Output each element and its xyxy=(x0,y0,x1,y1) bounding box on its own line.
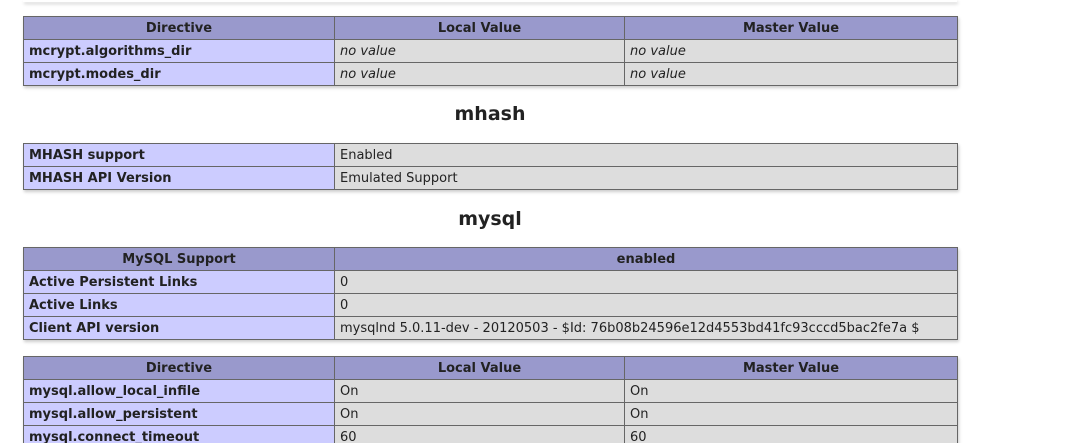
info-key: Active Links xyxy=(23,293,335,317)
info-value: Enabled xyxy=(334,143,958,167)
directive-name: mysql.allow_local_infile xyxy=(23,379,335,403)
column-header-master-value: Master Value xyxy=(624,356,958,380)
master-value: no value xyxy=(624,62,958,86)
master-value: On xyxy=(624,379,958,403)
mysql-support-label: MySQL Support xyxy=(23,247,335,271)
directive-name: mysql.connect_timeout xyxy=(23,425,335,443)
directive-name: mcrypt.modes_dir xyxy=(23,62,335,86)
info-value: Emulated Support xyxy=(334,166,958,190)
column-header-master-value: Master Value xyxy=(624,16,958,40)
table-row: mysql.connect_timeout 60 60 xyxy=(23,425,958,443)
table-row: Active Persistent Links 0 xyxy=(23,270,958,294)
master-value: On xyxy=(624,402,958,426)
master-value: 60 xyxy=(624,425,958,443)
info-key: Active Persistent Links xyxy=(23,270,335,294)
table-row: mcrypt.algorithms_dir no value no value xyxy=(23,39,958,63)
info-value: 0 xyxy=(334,293,958,317)
table-row: Active Links 0 xyxy=(23,293,958,317)
table-row: mysql.allow_persistent On On xyxy=(23,402,958,426)
table-header-row: Directive Local Value Master Value xyxy=(23,356,958,380)
column-header-local-value: Local Value xyxy=(334,356,625,380)
table-header-row: Directive Local Value Master Value xyxy=(23,16,958,40)
table-row: MHASH support Enabled xyxy=(23,143,958,167)
table-header-row: MySQL Support enabled xyxy=(23,247,958,271)
mysql-info-table: MySQL Support enabled Active Persistent … xyxy=(23,247,958,340)
local-value: 60 xyxy=(334,425,625,443)
info-key: Client API version xyxy=(23,316,335,340)
table-row: Client API version mysqlnd 5.0.11-dev - … xyxy=(23,316,958,340)
local-value: On xyxy=(334,402,625,426)
directive-name: mysql.allow_persistent xyxy=(23,402,335,426)
mysql-support-status: enabled xyxy=(334,247,958,271)
mhash-info-table: MHASH support Enabled MHASH API Version … xyxy=(23,143,958,190)
table-row: mysql.allow_local_infile On On xyxy=(23,379,958,403)
section-title-mhash: mhash xyxy=(454,103,526,125)
info-value: 0 xyxy=(334,270,958,294)
directive-name: mcrypt.algorithms_dir xyxy=(23,39,335,63)
section-title-mysql: mysql xyxy=(458,208,522,230)
info-key: MHASH support xyxy=(23,143,335,167)
table-row: mcrypt.modes_dir no value no value xyxy=(23,62,958,86)
info-value: mysqlnd 5.0.11-dev - 20120503 - $Id: 76b… xyxy=(334,316,958,340)
info-key: MHASH API Version xyxy=(23,166,335,190)
master-value: no value xyxy=(624,39,958,63)
local-value: no value xyxy=(334,62,625,86)
table-row: MHASH API Version Emulated Support xyxy=(23,166,958,190)
column-header-directive: Directive xyxy=(23,356,335,380)
local-value: On xyxy=(334,379,625,403)
column-header-local-value: Local Value xyxy=(334,16,625,40)
mcrypt-directives-table: Directive Local Value Master Value mcryp… xyxy=(23,16,958,86)
local-value: no value xyxy=(334,39,625,63)
column-header-directive: Directive xyxy=(23,16,335,40)
phpinfo-page: Directive Local Value Master Value mcryp… xyxy=(0,0,1065,443)
mysql-directives-table: Directive Local Value Master Value mysql… xyxy=(23,356,958,443)
previous-table-bottom-edge xyxy=(23,0,957,2)
